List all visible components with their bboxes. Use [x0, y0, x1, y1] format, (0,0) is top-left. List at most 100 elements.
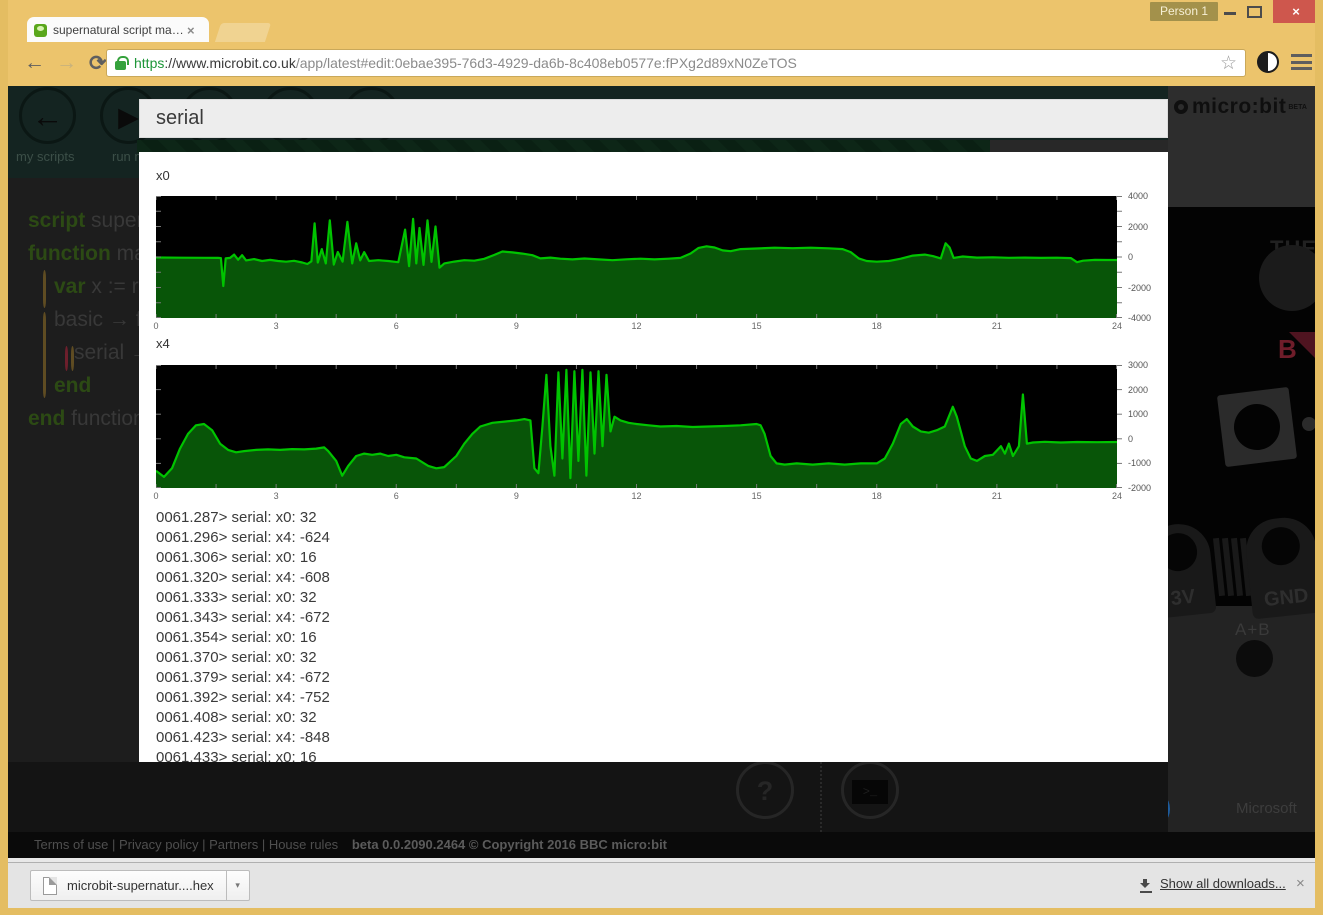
download-item-button[interactable]: microbit-supernatur....hex — [30, 870, 227, 901]
simulator-dot — [1302, 417, 1315, 431]
tab-title: supernatural script main - — [53, 23, 185, 37]
url-text: https://www.microbit.co.uk/app/latest#ed… — [134, 55, 1216, 71]
url-scheme: https — [134, 55, 164, 71]
serial-log-line: 0061.370> serial: x0: 32 — [156, 648, 1146, 668]
x-axis-tick-label: 9 — [514, 491, 519, 501]
terminal-button: >_ — [841, 761, 899, 819]
microsoft-label: Microsoft — [1236, 800, 1297, 817]
window-border — [1315, 0, 1323, 915]
my-scripts-label: my scripts — [16, 149, 75, 164]
microbit-logo: micro:bit BETA — [1174, 95, 1307, 119]
microbit-beta-tag: BETA — [1288, 104, 1307, 111]
x-axis-tick-label: 18 — [872, 321, 882, 331]
simulator-button — [1217, 387, 1297, 467]
url-bar[interactable]: https://www.microbit.co.uk/app/latest#ed… — [106, 49, 1246, 77]
bottom-button-strip — [8, 762, 1168, 832]
serial-log-line: 0061.333> serial: x0: 32 — [156, 588, 1146, 608]
microbit-logo-icon — [1174, 100, 1188, 114]
serial-log-line: 0061.433> serial: x0: 16 — [156, 748, 1146, 762]
serial-log-line: 0061.343> serial: x4: -672 — [156, 608, 1146, 628]
download-shelf: microbit-supernatur....hex ▾ Show all do… — [8, 862, 1315, 908]
chart-plot — [156, 365, 1124, 488]
serial-log-line: 0061.408> serial: x0: 32 — [156, 708, 1146, 728]
serial-log-line: 0061.287> serial: x0: 32 — [156, 508, 1146, 528]
x-axis-tick-label: 0 — [153, 321, 158, 331]
pin-gnd: GND — [1243, 515, 1315, 620]
serial-log-line: 0061.320> serial: x4: -608 — [156, 568, 1146, 588]
y-axis-tick-label: 2000 — [1128, 222, 1148, 232]
download-item[interactable]: microbit-supernatur....hex ▾ — [30, 870, 250, 901]
serial-dialog-body: x0 03691215182124400020000-2000-4000 x4 … — [139, 152, 1168, 762]
menu-hamburger-icon[interactable] — [1291, 54, 1312, 70]
serial-log-line: 0061.296> serial: x4: -624 — [156, 528, 1146, 548]
b-flag-letter: B — [1278, 334, 1297, 365]
footer-links: Terms of use | Privacy policy | Partners… — [34, 837, 338, 852]
profile-badge[interactable]: Person 1 — [1150, 2, 1218, 21]
x-axis-tick-label: 21 — [992, 321, 1002, 331]
tab-favicon-icon — [34, 24, 47, 37]
pin-gnd-label: GND — [1250, 583, 1315, 613]
window-border — [0, 0, 8, 915]
serial-log[interactable]: 0061.287> serial: x0: 320061.296> serial… — [156, 508, 1146, 762]
download-dropdown-button[interactable]: ▾ — [227, 870, 250, 901]
code-line: function ma — [28, 237, 142, 270]
y-axis-tick-label: 1000 — [1128, 409, 1148, 419]
x-axis-tick-label: 12 — [631, 491, 641, 501]
code-bracket — [71, 346, 74, 371]
tab-close-icon[interactable]: × — [187, 23, 195, 38]
x-axis-tick-label: 12 — [631, 321, 641, 331]
x-axis-tick-label: 3 — [274, 491, 279, 501]
x-axis-tick-label: 21 — [992, 491, 1002, 501]
site-footer: Terms of use | Privacy policy | Partners… — [8, 832, 1315, 858]
serial-log-line: 0061.306> serial: x0: 16 — [156, 548, 1146, 568]
x-axis-tick-label: 18 — [872, 491, 882, 501]
ab-button-label: A+B — [1235, 620, 1271, 640]
reload-icon[interactable]: ⟳ — [89, 51, 107, 76]
x-axis-tick-label: 6 — [394, 491, 399, 501]
back-icon[interactable]: ← — [24, 51, 45, 75]
y-axis-tick-label: 3000 — [1128, 360, 1148, 370]
extension-icon[interactable] — [1257, 51, 1279, 73]
browser-tab[interactable]: supernatural script main - × — [27, 17, 209, 43]
forward-icon: → — [56, 51, 77, 75]
help-button: ? — [736, 761, 794, 819]
y-axis-tick-label: -4000 — [1128, 313, 1151, 323]
x-axis-tick-label: 0 — [153, 491, 158, 501]
y-axis-tick-label: 0 — [1128, 434, 1133, 444]
chart-x4-title: x4 — [156, 336, 170, 351]
y-axis-tick-label: -1000 — [1128, 458, 1151, 468]
chart-x0: 03691215182124400020000-2000-4000 — [156, 196, 1166, 346]
y-axis-tick-label: 4000 — [1128, 191, 1148, 201]
new-tab-button[interactable] — [215, 23, 271, 42]
show-all-downloads-link[interactable]: Show all downloads... — [1160, 876, 1286, 891]
y-axis-tick-label: 2000 — [1128, 385, 1148, 395]
ab-button — [1236, 640, 1273, 677]
y-axis-tick-label: 0 — [1128, 252, 1133, 262]
bookmark-star-icon[interactable]: ☆ — [1220, 52, 1237, 75]
serial-dialog-title: serial — [139, 99, 1168, 138]
serial-log-line: 0061.392> serial: x4: -752 — [156, 688, 1146, 708]
code-bracket — [43, 312, 46, 398]
x-axis-tick-label: 3 — [274, 321, 279, 331]
serial-log-line: 0061.423> serial: x4: -848 — [156, 728, 1146, 748]
x-axis-tick-label: 6 — [394, 321, 399, 331]
divider — [820, 758, 822, 832]
download-filename: microbit-supernatur....hex — [67, 878, 214, 893]
footer-beta-copyright: beta 0.0.2090.2464 © Copyright 2016 BBC … — [352, 837, 667, 852]
window-border — [0, 908, 1323, 915]
window-minimize-button[interactable] — [1224, 12, 1236, 15]
y-axis-tick-label: -2000 — [1128, 283, 1151, 293]
url-host: ://www.microbit.co.uk — [164, 55, 295, 71]
shelf-close-icon[interactable]: × — [1296, 875, 1305, 892]
x-axis-tick-label: 9 — [514, 321, 519, 331]
url-path: /app/latest#edit:0ebae395-76d3-4929-da6b… — [296, 55, 797, 71]
padlock-icon — [115, 61, 126, 70]
serial-log-line: 0061.379> serial: x4: -672 — [156, 668, 1146, 688]
chart-plot — [156, 196, 1124, 318]
x-axis-tick-label: 15 — [752, 491, 762, 501]
code-line: script super — [28, 204, 142, 237]
x-axis-tick-label: 24 — [1112, 491, 1122, 501]
window-close-button[interactable]: × — [1273, 0, 1319, 23]
window-maximize-button[interactable] — [1247, 6, 1262, 18]
microbit-brand: micro:bit — [1192, 95, 1286, 119]
